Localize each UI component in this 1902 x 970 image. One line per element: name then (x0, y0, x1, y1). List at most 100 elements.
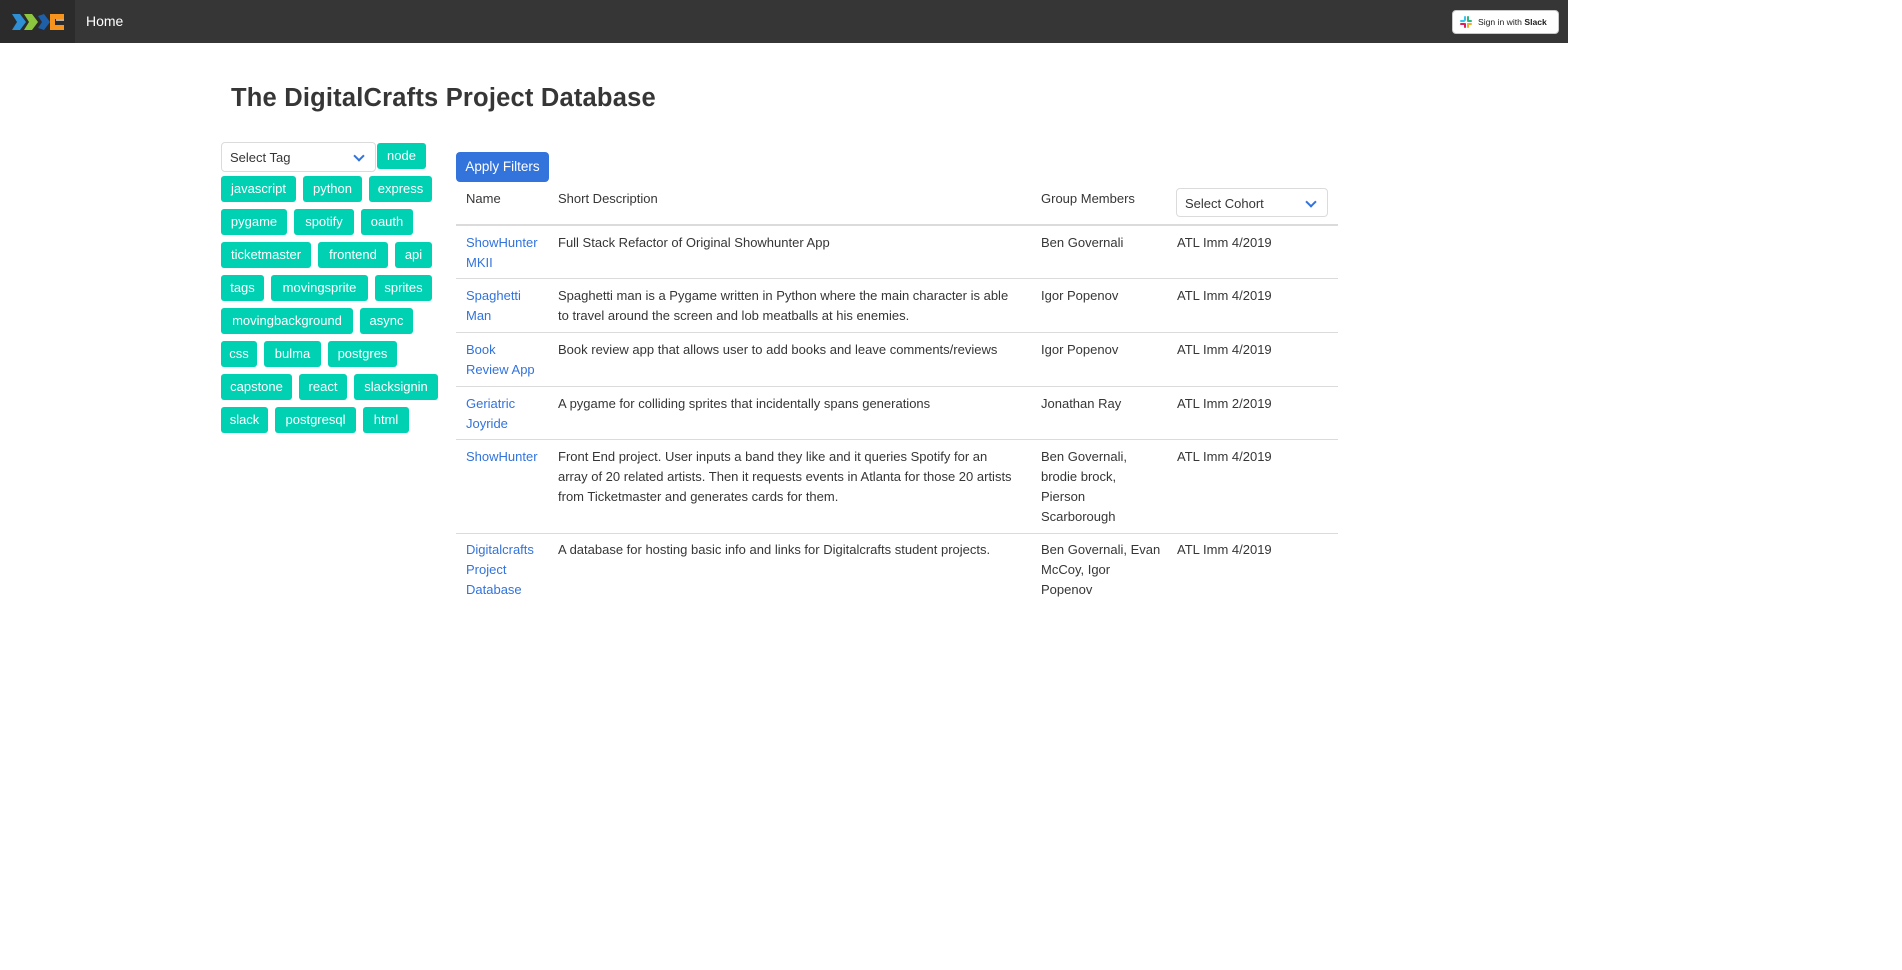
chevron-down-icon (1305, 196, 1317, 208)
tag-slack[interactable]: slack (221, 407, 268, 433)
project-name-line: Spaghetti (466, 288, 521, 303)
members-line: Ben Governali, Evan (1041, 542, 1161, 557)
tag-pygame[interactable]: pygame (221, 209, 287, 235)
members-line: Pierson (1041, 489, 1086, 504)
project-name-line: Book (466, 342, 496, 357)
sign-in-with-slack-button[interactable]: Sign in with Slack (1452, 10, 1559, 34)
tag-capstone[interactable]: capstone (221, 374, 292, 400)
cohort: ATL Imm 4/2019 (1177, 288, 1272, 303)
project-name-line: Man (466, 308, 492, 323)
project-name-line: Geriatric (466, 396, 516, 411)
members-line: Popenov (1041, 582, 1093, 597)
group-members: Igor Popenov (1041, 340, 1165, 360)
tag-ticketmaster[interactable]: ticketmaster (221, 242, 311, 268)
description-line: Book review app that allows user to add … (558, 342, 998, 357)
cohort: ATL Imm 2/2019 (1177, 396, 1272, 411)
members-line: Jonathan Ray (1041, 396, 1122, 411)
row-divider (456, 386, 1338, 387)
select-cohort-label: Select Cohort (1185, 196, 1264, 211)
group-members: Ben Governali (1041, 233, 1165, 253)
members-line: Igor Popenov (1041, 288, 1119, 303)
tag-postgresql[interactable]: postgresql (275, 407, 356, 433)
description-line: array of 20 related artists. Then it req… (558, 469, 1012, 484)
select-tag-dropdown[interactable]: Select Tag (221, 142, 376, 172)
cohort: ATL Imm 4/2019 (1177, 235, 1272, 250)
members-line: Ben Governali, (1041, 449, 1127, 464)
members-line: McCoy, Igor (1041, 562, 1111, 577)
tag-python[interactable]: python (303, 176, 362, 202)
cohort: ATL Imm 4/2019 (1177, 449, 1272, 464)
row-divider (456, 439, 1338, 440)
project-name-line: MKII (466, 255, 493, 270)
project-name-line: ShowHunter (466, 449, 538, 464)
description-line: Spaghetti man is a Pygame written in Pyt… (558, 288, 1009, 303)
description-line: A database for hosting basic info and li… (558, 542, 991, 557)
row-divider (456, 332, 1338, 333)
tag-tags[interactable]: tags (221, 275, 264, 301)
logo-icon (11, 13, 64, 30)
select-cohort-dropdown[interactable]: Select Cohort (1176, 188, 1328, 217)
tag-movingsprite[interactable]: movingsprite (271, 275, 368, 301)
project-name-line: Database (466, 582, 522, 597)
project-name-line: Joyride (466, 416, 508, 431)
cohort: ATL Imm 4/2019 (1177, 542, 1272, 557)
row-divider (456, 278, 1338, 279)
project-name-line: Digitalcrafts (466, 542, 534, 557)
members-line: Igor Popenov (1041, 342, 1119, 357)
project-description: A pygame for colliding sprites that inci… (558, 394, 1026, 414)
tag-movingbackground[interactable]: movingbackground (221, 308, 353, 334)
tag-spotify[interactable]: spotify (294, 209, 354, 235)
column-header-name: Name (466, 191, 501, 206)
project-link-spaghetti-man[interactable]: Spaghetti Man (466, 286, 546, 326)
project-description: A database for hosting basic info and li… (558, 540, 1026, 560)
apply-filters-button[interactable]: Apply Filters (456, 152, 549, 182)
description-line: from Ticketmaster and generates cards fo… (558, 489, 839, 504)
project-link-digitalcrafts-project-database[interactable]: Digitalcrafts Project Database (466, 540, 546, 600)
project-link-showhunter-mkii[interactable]: ShowHunter MKII (466, 233, 546, 273)
group-members: Jonathan Ray (1041, 394, 1165, 414)
description-line: A pygame for colliding sprites that inci… (558, 396, 931, 411)
page-title: The DigitalCrafts Project Database (231, 84, 656, 112)
project-link-book-review-app[interactable]: Book Review App (466, 340, 546, 380)
column-header-members: Group Members (1041, 191, 1135, 206)
tag-bulma[interactable]: bulma (264, 341, 321, 367)
tag-slacksignin[interactable]: slacksignin (354, 374, 438, 400)
tag-express[interactable]: express (369, 176, 432, 202)
project-name-line: ShowHunter (466, 235, 538, 250)
description-line: to travel around the screen and lob meat… (558, 308, 910, 323)
project-link-geriatric-joyride[interactable]: Geriatric Joyride (466, 394, 546, 434)
project-link-showhunter[interactable]: ShowHunter (466, 447, 546, 467)
project-description: Book review app that allows user to add … (558, 340, 1026, 360)
select-tag-label: Select Tag (230, 150, 291, 165)
project-description: Front End project. User inputs a band th… (558, 447, 1026, 507)
slack-prefix: Sign in with (1478, 17, 1525, 27)
project-description: Spaghetti man is a Pygame written in Pyt… (558, 286, 1026, 326)
group-members: Ben Governali, brodie brock, Pierson Sca… (1041, 447, 1165, 527)
members-line: brodie brock, (1041, 469, 1117, 484)
tag-html[interactable]: html (363, 407, 409, 433)
tag-frontend[interactable]: frontend (318, 242, 388, 268)
members-line: Scarborough (1041, 509, 1116, 524)
slack-button-label: Sign in with Slack (1478, 17, 1547, 27)
tag-react[interactable]: react (299, 374, 347, 400)
row-divider (456, 533, 1338, 534)
tag-postgres[interactable]: postgres (328, 341, 397, 367)
tag-node[interactable]: node (377, 143, 426, 169)
slack-icon (1460, 16, 1472, 28)
description-line: Front End project. User inputs a band th… (558, 449, 988, 464)
description-line: Full Stack Refactor of Original Showhunt… (558, 235, 830, 250)
column-header-description: Short Description (558, 191, 658, 206)
tag-javascript[interactable]: javascript (221, 176, 296, 202)
members-line: Ben Governali (1041, 235, 1124, 250)
tag-api[interactable]: api (395, 242, 432, 268)
header-divider (456, 224, 1338, 226)
tag-oauth[interactable]: oauth (361, 209, 413, 235)
group-members: Ben Governali, Evan McCoy, Igor Popenov (1041, 540, 1165, 600)
tag-async[interactable]: async (360, 308, 413, 334)
tag-css[interactable]: css (221, 341, 257, 367)
digitalcrafts-logo[interactable] (0, 0, 75, 43)
tag-sprites[interactable]: sprites (375, 275, 432, 301)
nav-home-link[interactable]: Home (86, 13, 123, 29)
project-description: Full Stack Refactor of Original Showhunt… (558, 233, 1026, 253)
group-members: Igor Popenov (1041, 286, 1165, 306)
